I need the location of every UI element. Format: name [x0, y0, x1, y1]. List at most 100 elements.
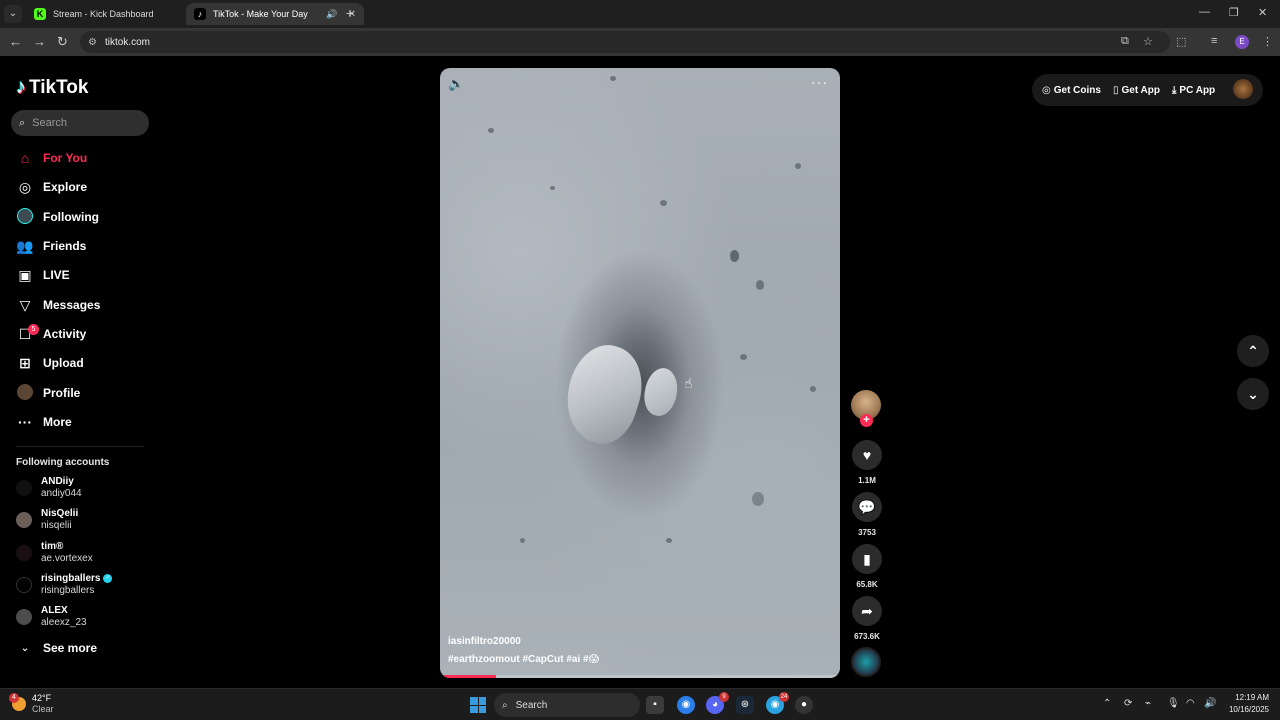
sidebar-item-more[interactable]: ··· More [16, 411, 72, 433]
account-avatar [16, 512, 32, 528]
steam-icon[interactable]: ⊛ [736, 696, 754, 714]
like-button[interactable]: ♥ 1.1M [851, 440, 883, 485]
tab-kick-dashboard[interactable]: K Stream - Kick Dashboard ✕ [26, 3, 204, 25]
share-arrow-icon: ➦ [852, 596, 882, 626]
music-disc-icon[interactable] [851, 647, 881, 677]
following-account[interactable]: ANDiiy andiy044 [16, 476, 82, 500]
video-progress-fill [440, 675, 496, 678]
video-hashtags[interactable]: #earthzoomout #CapCut #ai #😱 [448, 654, 599, 665]
get-app-button[interactable]: ▯ Get App [1113, 85, 1160, 96]
task-view-icon[interactable]: ▪ [646, 696, 664, 714]
get-coins-button[interactable]: ◎ Get Coins [1042, 85, 1101, 96]
pc-app-button[interactable]: ⤓ PC App [1172, 85, 1215, 96]
tab-audio-icon[interactable]: 🔊 [326, 9, 337, 20]
sidebar-item-label: Activity [43, 327, 87, 341]
maximize-icon[interactable]: ❐ [1229, 6, 1239, 19]
extensions-icon[interactable]: ⬚ [1176, 35, 1186, 48]
mouse-cursor-icon: ☝ [684, 375, 693, 391]
tab-tiktok[interactable]: ♪ TikTok - Make Your Day 🔊 ✕ [186, 3, 364, 25]
tab-search-button[interactable]: ⌄ [4, 5, 22, 23]
bookmark-star-icon[interactable]: ☆ [1143, 35, 1153, 48]
activity-badge: 5 [28, 324, 39, 335]
browser-profile-avatar[interactable]: E [1235, 35, 1249, 49]
chrome-profile-icon[interactable]: ◉ 24 [766, 692, 789, 714]
app-icon[interactable]: ● [795, 696, 813, 714]
account-name: risingballers [41, 573, 101, 584]
compass-icon: ◎ [18, 178, 32, 195]
sidebar-item-live[interactable]: ▣ LIVE [16, 264, 69, 286]
back-icon[interactable]: ← [9, 34, 22, 49]
network-icon[interactable]: ⌁ [1145, 698, 1151, 709]
phone-icon: ▯ [1112, 84, 1119, 96]
address-bar[interactable]: ⚙ tiktok.com [80, 31, 1170, 53]
previous-video-button[interactable]: ⌃ [1237, 335, 1269, 367]
pebble [756, 280, 764, 290]
sidebar-item-messages[interactable]: ▽ Messages [16, 294, 101, 316]
pebble [520, 538, 525, 543]
weather-condition: Clear [32, 704, 54, 714]
discord-icon[interactable]: ◕ 9 [706, 692, 729, 714]
windows-start-icon[interactable] [470, 697, 486, 713]
next-video-button[interactable]: ⌄ [1237, 378, 1269, 410]
sidebar-item-explore[interactable]: ◎ Explore [16, 176, 87, 198]
sidebar-item-activity[interactable]: ☐ Activity [16, 323, 87, 345]
weather-badge: 4 [9, 693, 19, 703]
microphone-icon[interactable]: 🎙 [1167, 698, 1180, 709]
sidebar-item-friends[interactable]: 👥 Friends [16, 235, 86, 257]
following-account[interactable]: NisQelii nisqelii [16, 508, 78, 532]
following-account[interactable]: ALEX aleexz_23 [16, 605, 87, 629]
video-more-icon[interactable]: ··· [811, 74, 828, 90]
verified-badge-icon: ✓ [103, 573, 113, 583]
tiktok-logo[interactable]: ♪ TikTok [16, 76, 88, 99]
speaker-icon[interactable]: 🔊 [1204, 698, 1216, 709]
pebble [666, 538, 672, 543]
sync-icon[interactable]: ⟳ [1124, 698, 1132, 709]
video-player[interactable]: 🔈 ··· iasinfiltro20000 #earthzoomout #Ca… [440, 68, 840, 678]
close-window-icon[interactable]: ✕ [1258, 6, 1267, 19]
share-button[interactable]: ➦ 673.6K [851, 596, 883, 641]
browser-menu-icon[interactable]: ⋮ [1262, 35, 1273, 48]
sidebar-item-profile[interactable]: Profile [16, 382, 80, 404]
following-account[interactable]: tim® ae.vortexex [16, 541, 93, 565]
comment-button[interactable]: 💬 3753 [851, 492, 883, 537]
see-more-button[interactable]: ⌄ See more [16, 641, 97, 655]
pc-app-label: PC App [1179, 84, 1216, 96]
sidebar-item-following[interactable]: Following [16, 206, 99, 228]
video-username[interactable]: iasinfiltro20000 [448, 636, 521, 647]
forward-icon[interactable]: → [33, 34, 46, 49]
comment-icon: 💬 [852, 492, 882, 522]
following-account[interactable]: risingballers ✓ risingballers [16, 573, 113, 597]
follow-plus-icon[interactable]: + [860, 414, 873, 427]
tab-title: Stream - Kick Dashboard [53, 9, 154, 19]
home-icon: ⌂ [20, 150, 30, 166]
site-info-icon[interactable]: ⚙ [88, 37, 97, 48]
sidebar-item-for-you[interactable]: ⌂ For You [16, 147, 87, 169]
search-input[interactable]: ⌕ Search [11, 110, 149, 136]
media-controls-icon[interactable]: ≡ [1211, 35, 1217, 47]
weather-widget[interactable]: 4 42°F Clear [9, 693, 54, 715]
wifi-icon[interactable]: ◠ [1186, 698, 1195, 709]
sidebar-divider [16, 446, 144, 447]
sidebar-item-label: Explore [43, 180, 88, 194]
user-profile-avatar[interactable] [1233, 79, 1253, 99]
video-progress-bar[interactable] [440, 675, 840, 678]
account-name: NisQelii [41, 508, 79, 519]
coin-icon: ◎ [1042, 84, 1051, 96]
sidebar-item-label: Following [43, 210, 99, 224]
new-tab-button[interactable]: + [346, 5, 354, 21]
chrome-icon[interactable]: ◉ [677, 696, 695, 714]
sidebar-item-label: Friends [43, 239, 87, 253]
tray-overflow-icon[interactable]: ⌃ [1103, 698, 1111, 709]
reload-icon[interactable]: ↻ [57, 34, 68, 50]
kick-favicon-icon: K [34, 8, 46, 20]
taskbar-clock[interactable]: 12:19 AM 10/16/2025 [1225, 692, 1269, 716]
save-button[interactable]: ▮ 65.8K [851, 544, 883, 589]
minimize-icon[interactable]: — [1199, 6, 1210, 18]
search-icon: ⌕ [502, 699, 508, 711]
sidebar-item-label: Upload [43, 356, 84, 370]
volume-icon[interactable]: 🔈 [448, 76, 464, 92]
taskbar-search[interactable]: ⌕ Search [494, 693, 640, 717]
large-rock [554, 336, 654, 452]
install-app-icon[interactable]: ⧉ [1121, 35, 1129, 48]
sidebar-item-upload[interactable]: ⊞ Upload [16, 352, 84, 374]
